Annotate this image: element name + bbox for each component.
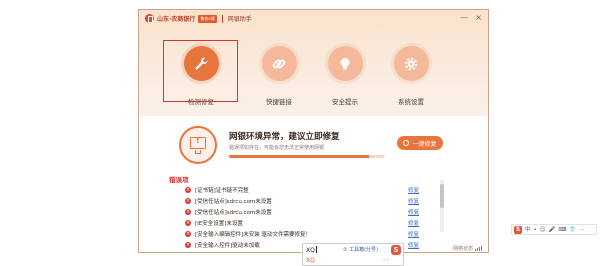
error-x-icon: × (185, 220, 191, 226)
nav-icon-circle (327, 46, 363, 81)
network-status-label: 网络状态 (452, 246, 473, 252)
nav-item-security-tips[interactable]: 安全提示 (310, 46, 380, 106)
error-list-scrollbar[interactable] (440, 180, 444, 232)
fix-link[interactable]: 修复 (408, 197, 419, 205)
sogou-logo-icon[interactable]: S (514, 225, 522, 234)
ime-typed-text: XQ (306, 247, 315, 254)
skin-icon[interactable]: 👕 (569, 226, 576, 234)
fix-button-label: 一键修复 (412, 140, 437, 148)
sogou-logo-icon: S (391, 245, 401, 255)
ime-page-arrows-icon[interactable]: ‹ › (383, 257, 389, 263)
ime-toolbox-link[interactable]: ① 工具箱(分号) (343, 246, 378, 253)
lightbulb-icon (340, 57, 350, 69)
bank-logo: 山东·农商银行 鲁农e通 网银助手 (145, 14, 252, 23)
selection-highlight (163, 40, 238, 102)
bank-logo-icon (145, 14, 154, 23)
fix-icon (403, 140, 410, 146)
link-icon (272, 59, 286, 68)
error-x-icon: × (185, 209, 191, 215)
window-controls: — × (460, 13, 482, 23)
scrollbar-thumb[interactable] (440, 184, 444, 208)
error-row: × [IE安全设置]未设置 修复 (169, 219, 439, 230)
error-text: [受信任站点]sdrcu.com未设置 (195, 210, 272, 216)
error-x-icon: × (185, 198, 191, 204)
ime-composition: XQ (306, 246, 317, 254)
app-name: 网银助手 (227, 16, 252, 23)
microphone-icon[interactable]: 🎤 (549, 226, 556, 234)
alert-subtitle: 错误项如存在，可能会您无法正常使用网银 (229, 145, 325, 151)
keyboard-icon[interactable]: ⌨ (558, 226, 566, 234)
error-section-title: 错误项 (169, 176, 189, 184)
close-button[interactable]: × (475, 13, 482, 23)
error-text: [IE安全设置]未设置 (195, 221, 243, 227)
bank-badge: 鲁农e通 (198, 14, 217, 23)
more-icon[interactable]: ⋯ (579, 226, 585, 234)
error-row: × [受信任站点]sdrcu.com未设置 修复 (169, 197, 439, 208)
network-status: 网络状态 (453, 245, 482, 252)
netbank-assistant-window: 山东·农商银行 鲁农e通 网银助手 — × 检测修复 快捷链接 安全提示 系统设… (138, 9, 489, 253)
scan-progress-bar (229, 155, 385, 158)
detection-panel: 网银环境异常，建议立即修复 错误项如存在，可能会您无法正常使用网银 一键修复 错… (139, 116, 488, 252)
error-text: [安全输入编辑控件]未安装 驱动文件需要修复！ (195, 232, 312, 238)
error-text: [安全输入控件]驱动未加载 (195, 243, 260, 249)
nav-item-quick-links[interactable]: 快捷链接 (244, 46, 314, 106)
fix-link[interactable]: 修复 (408, 241, 419, 249)
nav-label: 系统设置 (398, 98, 424, 106)
title-divider (221, 14, 223, 23)
error-text: [证书链]证书链不完整 (195, 188, 249, 194)
minimize-button[interactable]: — (460, 13, 468, 23)
ime-candidate[interactable]: XQ (306, 257, 315, 264)
nav-icon-circle (261, 46, 297, 81)
alert-title: 网银环境异常，建议立即修复 (229, 132, 340, 142)
punctuation-icon[interactable]: • (534, 226, 537, 234)
nav-icon-circle (393, 46, 429, 81)
ime-status-bar: S 中 • ☺ 🎤 ⌨ 👕 ⋯ (511, 224, 597, 235)
error-x-icon: × (185, 242, 191, 248)
fix-link[interactable]: 修复 (408, 186, 419, 194)
error-x-icon: × (185, 231, 191, 237)
gear-icon (404, 57, 418, 70)
nav-label: 安全提示 (332, 98, 358, 106)
emoji-icon[interactable]: ☺ (540, 226, 546, 234)
signal-icon (475, 246, 482, 251)
nav-label: 快捷链接 (266, 98, 292, 106)
nav-item-system-settings[interactable]: 系统设置 (376, 46, 446, 106)
error-row: × [证书链]证书链不完整 修复 (169, 186, 439, 197)
ime-candidate-popup: XQ ① 工具箱(分号) S XQ ‹ › (302, 243, 404, 266)
warning-monitor-icon (179, 126, 217, 164)
fix-link[interactable]: 修复 (408, 230, 419, 238)
bank-name: 山东·农商银行 (157, 16, 196, 23)
text-caret (315, 246, 317, 253)
one-click-fix-button[interactable]: 一键修复 (397, 136, 443, 150)
error-text: [受信任站点]sdrcu.com未设置 (195, 199, 272, 205)
error-x-icon: × (185, 187, 191, 193)
main-nav: 检测修复 快捷链接 安全提示 系统设置 (139, 40, 488, 116)
fix-link[interactable]: 修复 (408, 208, 419, 216)
error-row: × [安全输入编辑控件]未安装 驱动文件需要修复！ 修复 (169, 230, 439, 241)
window-header: 山东·农商银行 鲁农e通 网银助手 — × 检测修复 快捷链接 安全提示 系统设… (139, 10, 488, 116)
error-row: × [受信任站点]sdrcu.com未设置 修复 (169, 208, 439, 219)
screen: 山东·农商银行 鲁农e通 网银助手 — × 检测修复 快捷链接 安全提示 系统设… (0, 0, 600, 266)
scan-progress-fill (229, 155, 370, 158)
fix-link[interactable]: 修复 (408, 219, 419, 227)
title-bar: 山东·农商银行 鲁农e通 网银助手 — × (139, 10, 488, 28)
ime-lang-toggle[interactable]: 中 (525, 226, 531, 234)
